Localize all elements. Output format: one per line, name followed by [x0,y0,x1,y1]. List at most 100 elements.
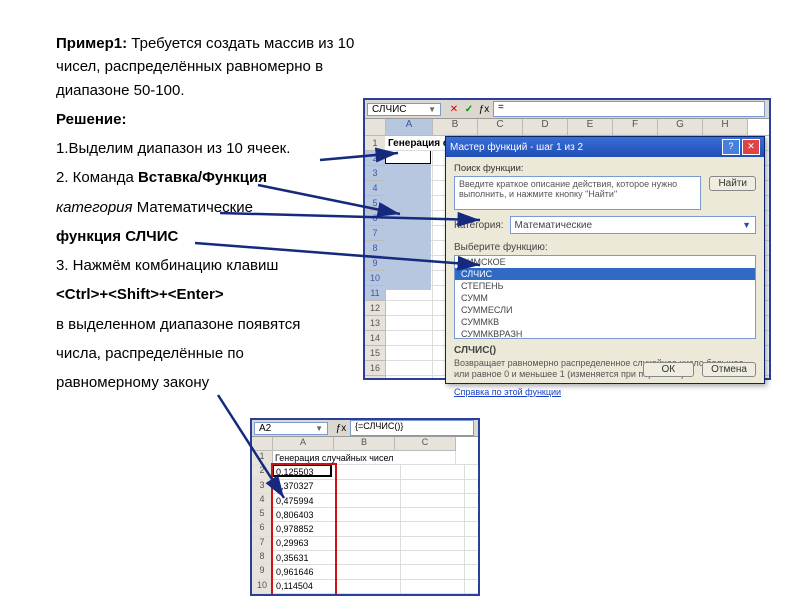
search-input[interactable]: Введите краткое описание действия, котор… [454,176,701,210]
function-list-item[interactable]: РИМСКОЕ [455,256,755,268]
cell[interactable]: 0,091843 [273,594,337,596]
row-header[interactable]: 3 [252,480,273,493]
cell[interactable]: 0,961646 [273,565,337,578]
cell[interactable] [401,594,465,596]
column-header[interactable]: D [523,119,568,135]
formula-bar[interactable]: = [493,101,765,117]
row-header[interactable]: 8 [252,551,273,564]
cell[interactable]: 0,806403 [273,508,337,521]
row-header[interactable]: 15 [365,346,386,361]
row-header[interactable]: 5 [252,508,273,521]
column-header[interactable]: E [568,119,613,135]
cell[interactable]: 0,35631 [273,551,337,564]
function-list[interactable]: РИМСКОЕСЛЧИССТЕПЕНЬСУММСУММЕСЛИСУММКВСУМ… [454,255,756,339]
cell[interactable] [401,508,465,521]
cell[interactable] [401,580,465,593]
function-list-item[interactable]: СУММЕСЛИ [455,304,755,316]
column-header[interactable]: B [334,437,395,451]
row-header[interactable]: 17 [365,376,386,380]
cell[interactable] [337,522,401,535]
row-header[interactable]: 11 [252,594,273,596]
cell[interactable] [337,537,401,550]
column-header[interactable]: C [395,437,456,451]
function-list-item[interactable]: СУММКВРАЗН [455,328,755,339]
cell[interactable] [386,346,433,360]
row-header[interactable]: 13 [365,316,386,331]
cell[interactable]: 0,29963 [273,537,337,550]
row-header[interactable]: 4 [252,494,273,507]
cancel-button[interactable]: Отмена [702,362,756,377]
row-header[interactable]: 8 [365,241,386,256]
column-header[interactable]: F [613,119,658,135]
fx-icon[interactable]: ƒx [334,423,348,434]
name-box[interactable]: СЛЧИС▼ [367,103,441,116]
row-header[interactable]: 6 [252,522,273,535]
function-list-item[interactable]: СТЕПЕНЬ [455,280,755,292]
cell[interactable]: 0,475994 [273,494,337,507]
cell[interactable] [401,480,465,493]
cell[interactable] [337,565,401,578]
row-header[interactable]: 3 [365,166,386,181]
row-header[interactable]: 1 [365,136,386,151]
column-header[interactable]: A [386,119,433,135]
cell[interactable] [401,565,465,578]
help-button[interactable]: ? [722,139,740,155]
row-header[interactable]: 5 [365,196,386,211]
row-header[interactable]: 12 [365,301,386,316]
row-header[interactable]: 2 [252,465,273,478]
cell[interactable] [386,301,433,315]
merged-title-cell[interactable]: Генерация случайных чисел [273,451,456,464]
row-header[interactable]: 11 [365,286,386,301]
cell[interactable]: 0,114504 [273,580,337,593]
cell[interactable] [337,465,401,478]
row-header[interactable]: 14 [365,331,386,346]
fx-icon[interactable]: ƒx [477,104,491,115]
row-header[interactable]: 10 [365,271,386,286]
cell[interactable] [337,551,401,564]
cell[interactable] [337,494,401,507]
row-header[interactable]: 9 [365,256,386,271]
row-header[interactable]: 7 [252,537,273,550]
column-header[interactable]: G [658,119,703,135]
cell[interactable] [401,551,465,564]
column-header[interactable]: B [433,119,478,135]
cell[interactable] [337,480,401,493]
function-list-item[interactable]: СЛЧИС [455,268,755,280]
category-combo[interactable]: Математические ▼ [510,216,756,234]
row-header[interactable]: 10 [252,580,273,593]
cell[interactable] [401,522,465,535]
row-header[interactable]: 16 [365,361,386,376]
find-button[interactable]: Найти [709,176,756,191]
cell[interactable] [337,508,401,521]
function-list-item[interactable]: СУММКВ [455,316,755,328]
function-list-item[interactable]: СУММ [455,292,755,304]
cell[interactable]: 0,125503 [273,465,337,478]
cell[interactable]: 0,370327 [273,480,337,493]
cell[interactable] [401,465,465,478]
help-link[interactable]: Справка по этой функции [454,387,561,397]
cancel-icon[interactable]: ✕ [447,104,461,115]
row-header[interactable]: 4 [365,181,386,196]
cell[interactable] [401,537,465,550]
cell[interactable] [386,376,433,380]
close-button[interactable]: ✕ [742,139,760,155]
cell[interactable] [337,594,401,596]
row-header[interactable]: 7 [365,226,386,241]
accept-icon[interactable]: ✓ [462,104,476,115]
cell[interactable] [386,331,433,345]
column-header[interactable]: C [478,119,523,135]
cell[interactable]: 0,978852 [273,522,337,535]
name-box[interactable]: A2▼ [254,422,328,435]
cell[interactable] [401,494,465,507]
ok-button[interactable]: ОК [643,362,695,377]
column-header[interactable]: H [703,119,748,135]
cell[interactable] [386,316,433,330]
row-header[interactable]: 1 [252,451,273,464]
cell[interactable] [337,580,401,593]
column-header[interactable]: A [273,437,334,451]
cell[interactable] [386,361,433,375]
formula-bar[interactable]: {=СЛЧИС()} [350,420,474,436]
row-header[interactable]: 6 [365,211,386,226]
row-header[interactable]: 2 [365,151,386,166]
row-header[interactable]: 9 [252,565,273,578]
